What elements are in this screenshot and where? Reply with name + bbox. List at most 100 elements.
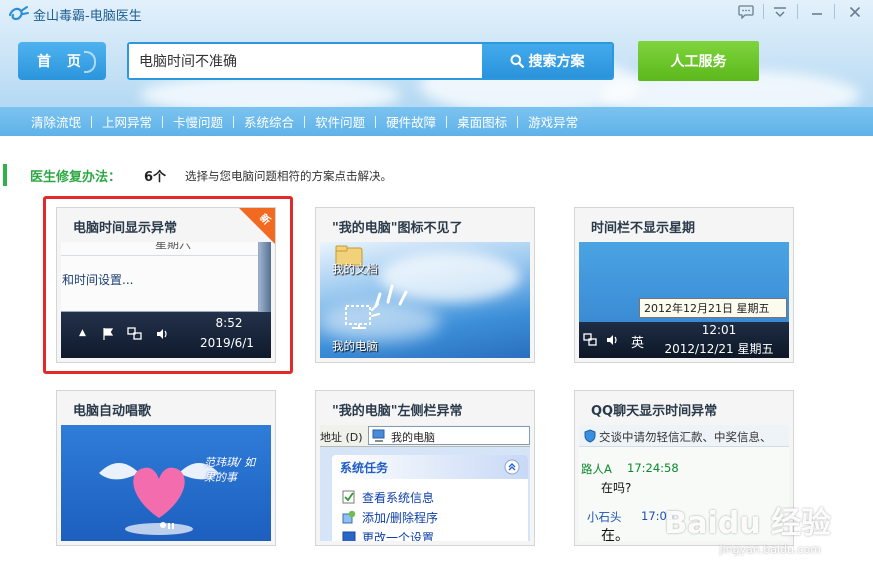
category-item[interactable]: 上网异常 — [102, 112, 152, 131]
chat-icon[interactable] — [735, 2, 757, 22]
control-panel-icon — [342, 531, 356, 541]
task-item-label: 查看系统信息 — [362, 490, 435, 505]
category-item[interactable]: 硬件故障 — [386, 112, 436, 131]
category-divider — [375, 115, 377, 128]
task-panel-spacer — [332, 479, 528, 487]
section-accent-bar — [3, 164, 7, 186]
solution-count: 6个 — [144, 170, 167, 185]
thumb-taskbar: 英 12:01 2012/12/21 星期五 — [579, 322, 789, 358]
thumb-popup-link: 和时间设置... — [62, 273, 134, 287]
task-panel-header: 系统任务 — [332, 455, 528, 479]
menu-icon[interactable] — [769, 2, 791, 22]
thumb-popup-divider — [61, 255, 258, 256]
card-title: QQ聊天显示时间异常 — [591, 404, 718, 419]
thumb-address-bar: 地址 (D) 我的电脑 — [320, 425, 530, 447]
category-item[interactable]: 软件问题 — [315, 112, 365, 131]
solution-card-left-panel[interactable]: "我的电脑"左侧栏异常 地址 (D) 我的电脑 系统任务 查看系统信息 添加/删… — [315, 390, 535, 546]
human-service-button[interactable]: 人工服务 — [638, 41, 759, 81]
address-field: 我的电脑 — [368, 426, 530, 445]
task-item: 查看系统信息 — [332, 487, 528, 507]
address-value: 我的电脑 — [391, 431, 435, 444]
app-logo-icon — [8, 6, 29, 21]
new-badge-label: 新 — [257, 212, 273, 228]
category-divider — [304, 115, 306, 128]
thumb-popup: 星期六 和时间设置... — [61, 242, 259, 312]
window-title: 金山毒霸-电脑医生 — [33, 9, 142, 24]
collapse-chevron-icon — [504, 459, 520, 475]
task-item: 添加/删除程序 — [332, 507, 528, 527]
category-nav: 清除流氓 上网异常 卡慢问题 系统综合 软件问题 硬件故障 桌面图标 游戏异常 — [0, 107, 873, 136]
tray-volume-icon — [157, 329, 167, 339]
category-item[interactable]: 清除流氓 — [31, 112, 81, 131]
desktop-icon-label: 我的电脑 — [332, 339, 378, 353]
task-panel-title: 系统任务 — [340, 460, 389, 475]
search-button-label: 搜索方案 — [528, 54, 585, 70]
qq-message-user: 路人A — [581, 462, 612, 476]
qq-message-user: 小石头 — [587, 510, 622, 524]
app-header: 金山毒霸-电脑医生 首 页 搜索方案 人工服务 — [0, 0, 873, 107]
qq-message-text: 在。 — [601, 528, 629, 541]
close-icon[interactable] — [844, 2, 866, 22]
thumb-popup-top-text: 星期六 — [155, 242, 192, 251]
category-divider — [517, 115, 519, 128]
thumb-taskbar: ▲ 8:52 2019/6/1 — [61, 312, 271, 358]
qq-message-text: 在吗? — [601, 481, 632, 495]
home-button[interactable]: 首 页 — [18, 42, 106, 80]
thumb-clock-date: 2019/6/1 — [200, 336, 254, 350]
task-item-label: 更改一个设置 — [362, 530, 435, 542]
thumb-clock-time: 12:01 — [701, 323, 737, 337]
qq-safety-notice: 交谈中请勿轻信汇款、中奖信息、 — [599, 430, 772, 444]
minimize-icon[interactable] — [806, 2, 828, 22]
solution-card-qq-time[interactable]: QQ聊天显示时间异常 交谈中请勿轻信汇款、中奖信息、 路人A 17:24:58 … — [574, 390, 794, 546]
thumb-task-panel: 系统任务 查看系统信息 添加/删除程序 更改一个设置 — [332, 455, 528, 541]
thumb-date-tooltip: 2012年12月21日 星期五 — [639, 298, 787, 318]
category-divider — [91, 115, 93, 128]
solution-card-time-display[interactable]: 电脑时间显示异常 新 星期六 和时间设置... ▲ 8:52 2019/6/1 — [56, 207, 276, 363]
solution-card-my-computer-icon[interactable]: "我的电脑"图标不见了 我的文档 我的电脑 — [315, 207, 535, 363]
card-title: 电脑自动唱歌 — [73, 404, 152, 419]
song-caption: 范玮琪/ 如果的事 — [204, 456, 256, 484]
computer-icon — [372, 429, 385, 442]
section-label: 医生修复办法： — [30, 170, 122, 185]
shield-icon — [584, 429, 596, 443]
search-input[interactable] — [129, 44, 484, 78]
solution-card-weekday-missing[interactable]: 时间栏不显示星期 2012年12月21日 星期五 英 12:01 2012/12… — [574, 207, 794, 363]
category-item[interactable]: 系统综合 — [244, 112, 294, 131]
thumb-clock-time: 8:52 — [215, 316, 243, 330]
tray-volume-icon — [607, 335, 617, 345]
system-info-icon — [342, 490, 355, 504]
card-title: 时间栏不显示星期 — [591, 221, 696, 236]
card-thumbnail: 范玮琪/ 如果的事 — [61, 425, 271, 541]
qq-message-time: 17:24:58 — [627, 461, 679, 475]
category-divider — [233, 115, 235, 128]
tray-network-icon — [127, 327, 142, 340]
tray-flag-icon — [103, 328, 114, 340]
category-divider — [162, 115, 164, 128]
search-box: 搜索方案 — [127, 42, 614, 80]
address-label: 地址 (D) — [320, 431, 363, 444]
card-title: 电脑时间显示异常 — [73, 221, 178, 236]
card-title: "我的电脑"图标不见了 — [332, 221, 463, 236]
search-icon — [510, 54, 524, 68]
desktop-icon-label: 我的文档 — [332, 262, 378, 276]
category-item[interactable]: 卡慢问题 — [173, 112, 223, 131]
section-hint: 选择与您电脑问题相符的方案点击解决。 — [185, 169, 392, 183]
card-thumbnail: 地址 (D) 我的电脑 系统任务 查看系统信息 添加/删除程序 更改一个设置 — [320, 425, 530, 541]
card-title: "我的电脑"左侧栏异常 — [332, 404, 463, 419]
tray-up-arrow-icon: ▲ — [79, 328, 86, 338]
tray-network-icon — [583, 333, 597, 346]
add-remove-programs-icon — [342, 510, 356, 524]
category-item[interactable]: 游戏异常 — [528, 112, 578, 131]
sparkle-lines-icon — [374, 284, 408, 308]
card-thumbnail: 交谈中请勿轻信汇款、中奖信息、 路人A 17:24:58 在吗? 小石头 17:… — [579, 425, 789, 541]
tray-ime-label: 英 — [631, 336, 645, 351]
category-divider — [446, 115, 448, 128]
solution-card-auto-singing[interactable]: 电脑自动唱歌 范玮琪/ 如果的事 — [56, 390, 276, 546]
category-item[interactable]: 桌面图标 — [457, 112, 507, 131]
window-control-divider — [797, 4, 798, 19]
qq-message-time: 17:05 — [641, 509, 675, 523]
thumb-window-edge — [259, 242, 271, 312]
search-button[interactable]: 搜索方案 — [482, 44, 612, 78]
task-item: 更改一个设置 — [332, 527, 528, 541]
card-thumbnail: 我的文档 我的电脑 — [320, 242, 530, 358]
